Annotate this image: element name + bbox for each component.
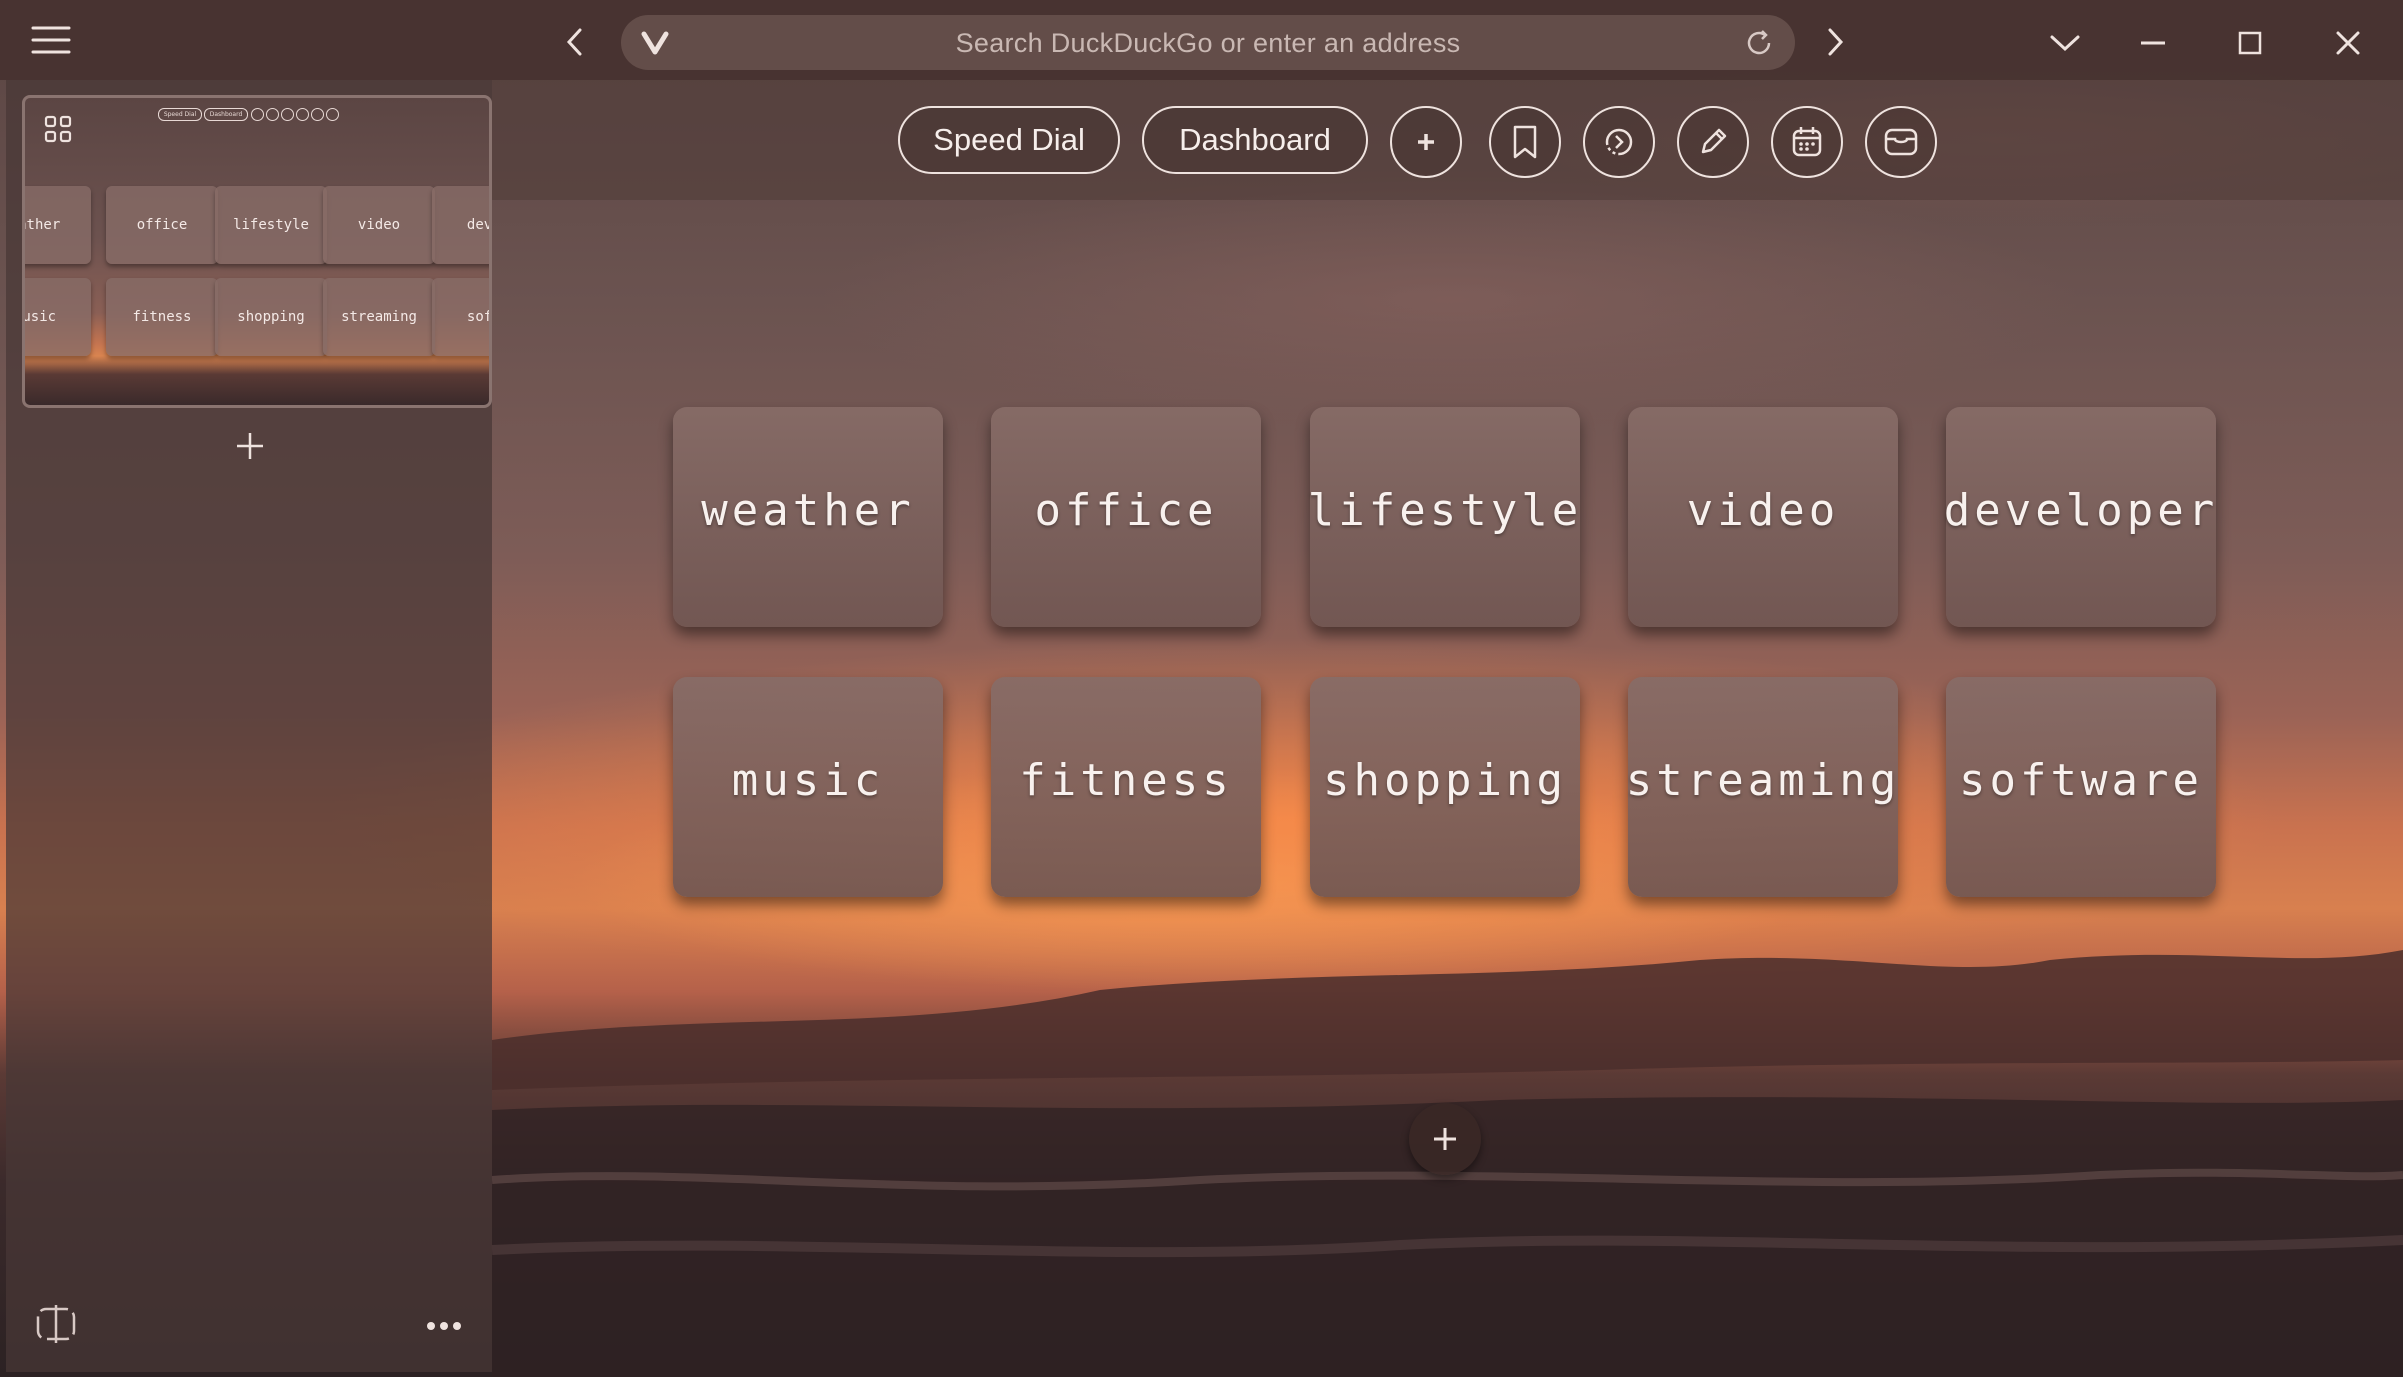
bookmark-icon xyxy=(1513,125,1537,159)
calendar-icon xyxy=(1792,127,1822,157)
thumbnail-tile: shopping xyxy=(215,278,327,356)
speed-dial-button[interactable]: Speed Dial xyxy=(898,106,1120,174)
browser-titlebar: Search DuckDuckGo or enter an address xyxy=(0,0,2403,80)
thumbnail-dot xyxy=(296,108,309,121)
thumbnail-tile: office xyxy=(106,186,218,264)
thumbnail-tile: lifestyle xyxy=(215,186,327,264)
plus-icon xyxy=(1434,1128,1456,1150)
search-input[interactable]: Search DuckDuckGo or enter an address xyxy=(621,28,1795,59)
thumbnail-tile: eather xyxy=(25,186,91,264)
add-page-icon[interactable] xyxy=(232,428,268,464)
grid-icon[interactable] xyxy=(43,114,75,146)
speed-dial-thumbnail[interactable]: Speed Dial Dashboard eather office lifes… xyxy=(22,95,492,408)
address-bar[interactable]: Search DuckDuckGo or enter an address xyxy=(621,15,1795,70)
speed-dial-tile-office[interactable]: office xyxy=(991,407,1261,627)
thumbnail-dot xyxy=(266,108,279,121)
speed-dial-tile-software[interactable]: software xyxy=(1946,677,2216,897)
speed-dial-tile-streaming[interactable]: streaming xyxy=(1626,677,1898,897)
minimize-icon[interactable] xyxy=(2133,25,2173,61)
thumbnail-tile: video xyxy=(323,186,435,264)
thumbnail-tile: streaming xyxy=(323,278,435,356)
bookmarks-button[interactable] xyxy=(1489,106,1561,178)
calendar-button[interactable] xyxy=(1771,106,1843,178)
speed-dial-tile-weather[interactable]: weather xyxy=(673,407,943,627)
add-speed-dial-button[interactable] xyxy=(1409,1103,1481,1175)
thumbnail-dot xyxy=(251,108,264,121)
thumbnail-pill: Dashboard xyxy=(204,108,248,121)
add-button[interactable] xyxy=(1390,106,1462,178)
notes-pencil-icon xyxy=(1701,128,1727,154)
history-icon xyxy=(1605,128,1633,156)
forward-arrow-icon[interactable] xyxy=(1818,22,1854,62)
speed-dial-tile-developer[interactable]: developer xyxy=(1944,407,2216,627)
thumbnail-dot xyxy=(281,108,294,121)
reload-icon[interactable] xyxy=(1743,27,1775,59)
thumbnail-dot xyxy=(326,108,339,121)
history-button[interactable] xyxy=(1583,106,1655,178)
thumbnail-tile: softv xyxy=(432,278,489,356)
back-arrow-icon[interactable] xyxy=(556,22,592,62)
dashboard-button[interactable]: Dashboard xyxy=(1142,106,1368,174)
thumbnail-tile: devel xyxy=(432,186,489,264)
more-options-icon[interactable] xyxy=(424,1316,464,1336)
mail-button[interactable] xyxy=(1865,106,1937,178)
thumbnail-tile: fitness xyxy=(106,278,218,356)
chevron-down-icon[interactable] xyxy=(2045,25,2085,61)
speed-dial-tile-music[interactable]: music xyxy=(673,677,943,897)
mail-icon xyxy=(1884,128,1918,156)
speed-dial-tile-fitness[interactable]: fitness xyxy=(991,677,1261,897)
maximize-icon[interactable] xyxy=(2230,25,2270,61)
close-icon[interactable] xyxy=(2328,25,2368,61)
speed-dial-tile-video[interactable]: video xyxy=(1628,407,1898,627)
speed-dial-tile-lifestyle[interactable]: lifestyle xyxy=(1308,407,1580,627)
thumbnail-dot xyxy=(311,108,324,121)
thumbnail-pill: Speed Dial xyxy=(158,108,202,121)
hamburger-icon[interactable] xyxy=(28,20,74,60)
panel-toggle-icon[interactable] xyxy=(34,1302,78,1346)
speed-dial-tile-shopping[interactable]: shopping xyxy=(1310,677,1580,897)
notes-button[interactable] xyxy=(1677,106,1749,178)
thumbnail-tile: nusic xyxy=(25,278,91,356)
plus-icon xyxy=(1418,134,1434,150)
sidebar-panel: Speed Dial Dashboard eather office lifes… xyxy=(6,80,492,1372)
